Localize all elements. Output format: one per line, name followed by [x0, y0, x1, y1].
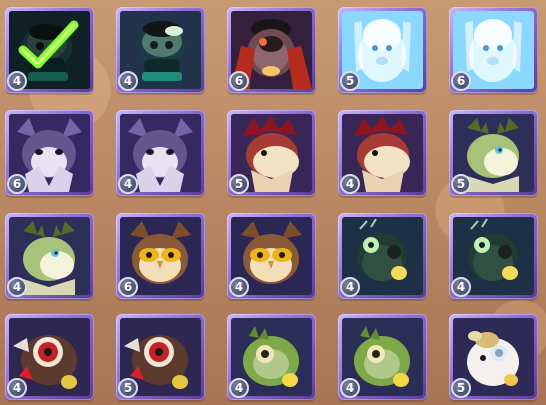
card-label-badge: 6: [451, 71, 471, 91]
card-label-badge: 5: [451, 378, 471, 398]
character-card[interactable]: 5: [227, 110, 316, 196]
character-card[interactable]: 5: [338, 7, 427, 93]
character-card[interactable]: 4: [338, 110, 427, 196]
card-label-badge: 6: [7, 174, 27, 194]
character-card[interactable]: 4: [5, 213, 94, 299]
card-label-badge: 4: [340, 174, 360, 194]
card-label-badge: 4: [7, 71, 27, 91]
character-card[interactable]: 6: [116, 213, 205, 299]
card-label-badge: 4: [340, 277, 360, 297]
character-card[interactable]: 4: [449, 213, 538, 299]
character-card[interactable]: 6: [5, 110, 94, 196]
card-label-badge: 4: [229, 378, 249, 398]
character-card[interactable]: 4: [338, 314, 427, 400]
character-card[interactable]: 4: [5, 314, 94, 400]
card-label-badge: 5: [340, 71, 360, 91]
card-label-badge: 6: [118, 277, 138, 297]
card-label-badge: 5: [229, 174, 249, 194]
card-label-badge: 5: [451, 174, 471, 194]
character-card[interactable]: 4: [116, 110, 205, 196]
character-card[interactable]: 4: [116, 7, 205, 93]
character-card[interactable]: 6: [449, 7, 538, 93]
card-label-badge: 4: [451, 277, 471, 297]
card-label-badge: 6: [229, 71, 249, 91]
character-card[interactable]: 6: [227, 7, 316, 93]
character-card[interactable]: 4: [227, 314, 316, 400]
character-card[interactable]: 5: [116, 314, 205, 400]
character-card[interactable]: 4: [338, 213, 427, 299]
card-label-badge: 4: [7, 277, 27, 297]
card-label-badge: 4: [118, 174, 138, 194]
character-card[interactable]: 4: [5, 7, 94, 93]
card-label-badge: 4: [340, 378, 360, 398]
card-label-badge: 4: [7, 378, 27, 398]
card-label-badge: 5: [118, 378, 138, 398]
card-label-badge: 4: [118, 71, 138, 91]
character-card[interactable]: 5: [449, 110, 538, 196]
character-card-grid: 4 4 6 5 6 6 4 5 4 5 4 6 4 4 4 4 5 4 4 5: [5, 7, 541, 400]
character-card[interactable]: 5: [449, 314, 538, 400]
character-card[interactable]: 4: [227, 213, 316, 299]
card-label-badge: 4: [229, 277, 249, 297]
